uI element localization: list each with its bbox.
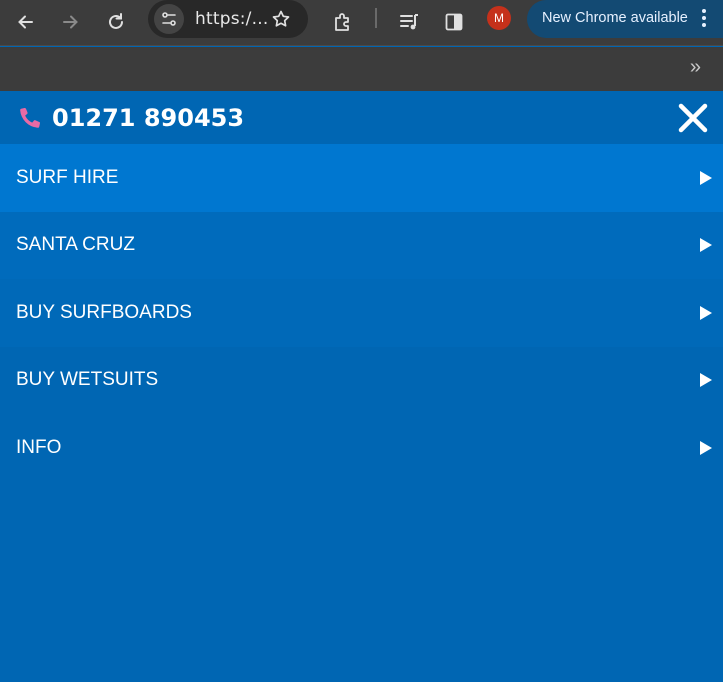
browser-toolbar: https:/... M New Chrome available [0,0,723,46]
url-text[interactable]: https:/... [195,9,268,29]
menu-item-santa-cruz[interactable]: SANTA CRUZ [0,211,723,279]
phone-number[interactable]: 01271 890453 [52,104,244,132]
phone-icon [20,107,40,128]
side-panel-button[interactable] [437,5,471,39]
menu-item-label: SURF HIRE [16,166,119,188]
star-icon [272,10,290,27]
arrow-right-icon [700,440,712,455]
mobile-menu: SURF HIRE SANTA CRUZ BUY SURFBOARDS BUY … [0,144,723,482]
chrome-update-label: New Chrome available [542,10,688,26]
toolbar-separator [375,8,377,28]
media-controls-button[interactable] [392,5,426,39]
reload-icon [109,13,123,29]
menu-item-surf-hire[interactable]: SURF HIRE [0,144,723,212]
menu-item-label: SANTA CRUZ [16,234,135,256]
side-panel-icon [445,13,463,31]
arrow-right-icon [700,170,712,185]
reload-button[interactable] [99,5,133,39]
menu-item-label: INFO [16,436,62,458]
bookmarks-bar: » [0,47,723,91]
site-header: 01271 890453 [0,91,723,144]
arrow-right-icon [700,238,712,253]
site-info-button[interactable] [154,4,184,34]
close-menu-icon[interactable] [676,101,710,135]
kebab-menu-icon[interactable] [702,9,708,29]
forward-button[interactable] [53,5,87,39]
menu-item-label: BUY WETSUITS [16,369,159,391]
extensions-button[interactable] [326,5,360,39]
puzzle-icon [335,13,349,31]
menu-item-info[interactable]: INFO [0,414,723,482]
queue-music-icon [400,14,418,30]
arrow-right-icon [700,305,712,320]
menu-item-buy-wetsuits[interactable]: BUY WETSUITS [0,347,723,415]
arrow-right-icon [700,373,712,388]
arrow-right-icon [63,15,78,29]
arrow-left-icon [18,15,33,29]
chrome-update-button[interactable]: New Chrome available [527,0,723,38]
tune-icon [162,12,176,26]
menu-item-label: BUY SURFBOARDS [16,301,192,323]
profile-avatar[interactable]: M [487,6,511,30]
address-bar[interactable]: https:/... [148,0,308,38]
menu-item-buy-surfboards[interactable]: BUY SURFBOARDS [0,279,723,347]
chevron-double-right-icon[interactable]: » [690,56,701,79]
back-button[interactable] [9,5,43,39]
bookmark-star-button[interactable] [266,4,296,34]
